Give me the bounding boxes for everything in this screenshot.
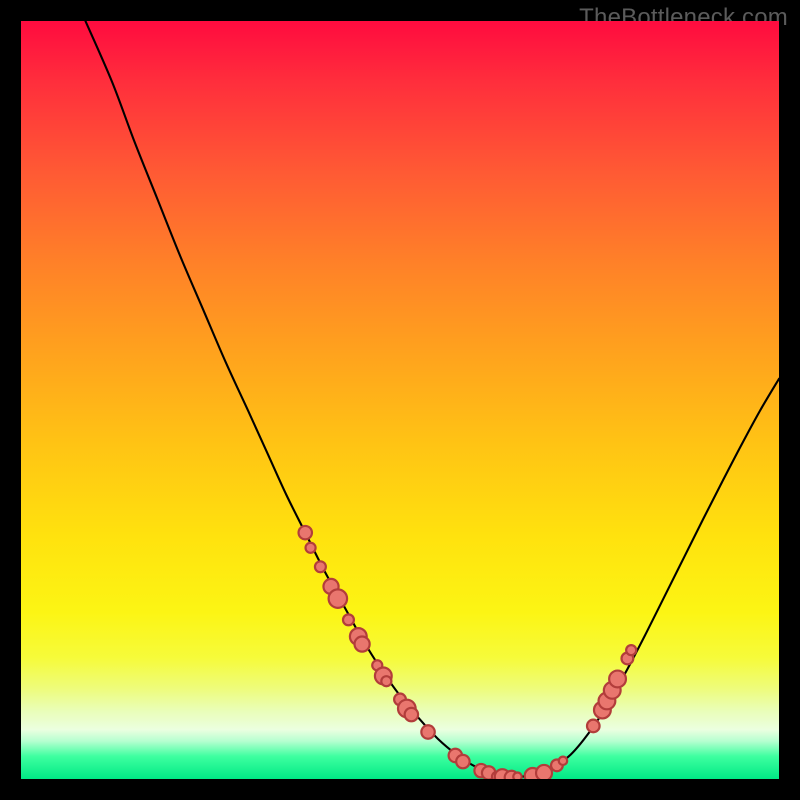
data-marker — [343, 614, 354, 625]
data-marker — [456, 755, 469, 768]
chart-svg — [21, 21, 779, 779]
curve-line — [85, 21, 779, 777]
data-marker — [587, 720, 600, 733]
data-marker — [513, 773, 521, 779]
data-marker — [355, 637, 370, 652]
chart-area — [21, 21, 779, 779]
data-marker — [306, 543, 316, 553]
data-marker — [421, 725, 434, 738]
data-marker — [559, 757, 567, 765]
data-marker — [405, 708, 418, 721]
data-marker — [299, 526, 312, 539]
marker-group — [299, 526, 637, 779]
data-marker — [536, 765, 552, 779]
data-marker — [315, 561, 326, 572]
data-marker — [609, 671, 626, 688]
data-marker — [381, 676, 391, 686]
data-marker — [329, 589, 347, 607]
data-marker — [626, 645, 636, 655]
